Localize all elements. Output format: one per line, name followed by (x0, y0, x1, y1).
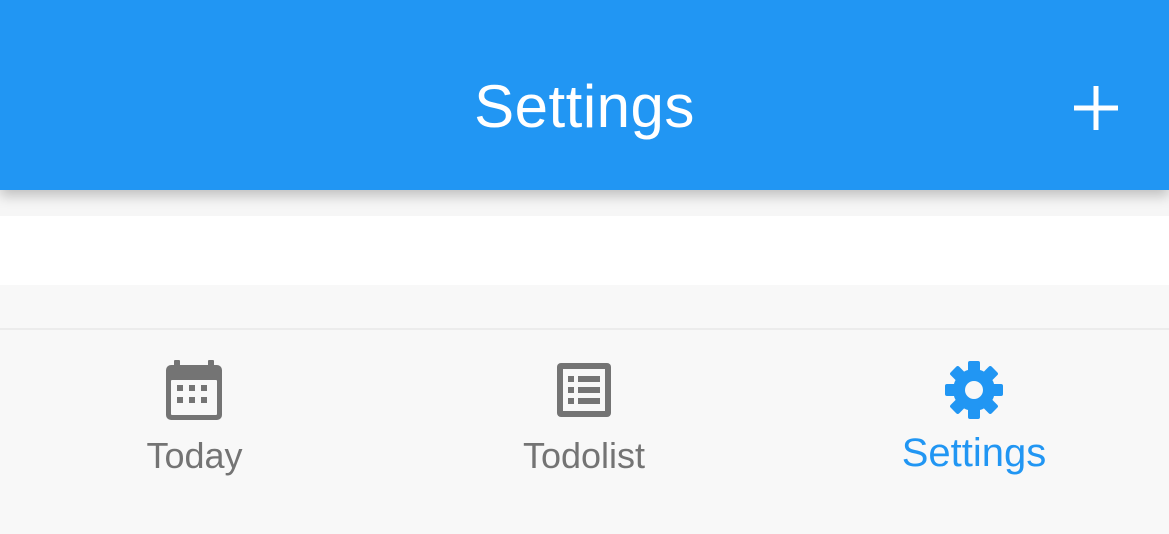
calendar-icon (166, 360, 222, 420)
plus-icon (1074, 86, 1118, 130)
gear-icon (945, 361, 1003, 419)
nav-label-today: Today (146, 435, 243, 476)
nav-label-settings: Settings (901, 431, 1047, 475)
bottom-navigation: Today Todolist Settings (0, 328, 1169, 534)
nav-item-today[interactable]: Today (0, 330, 389, 534)
nav-item-settings[interactable]: Settings (779, 330, 1169, 534)
page-title: Settings (474, 73, 695, 140)
nav-item-todolist[interactable]: Todolist (389, 330, 779, 534)
add-button[interactable] (1058, 70, 1134, 146)
content-top-shade (0, 190, 1169, 216)
nav-label-todolist: Todolist (522, 435, 646, 476)
app-bar: Settings (0, 0, 1169, 190)
list-icon (557, 363, 611, 417)
app-screen: Settings Today Todolist Settings (0, 0, 1169, 534)
